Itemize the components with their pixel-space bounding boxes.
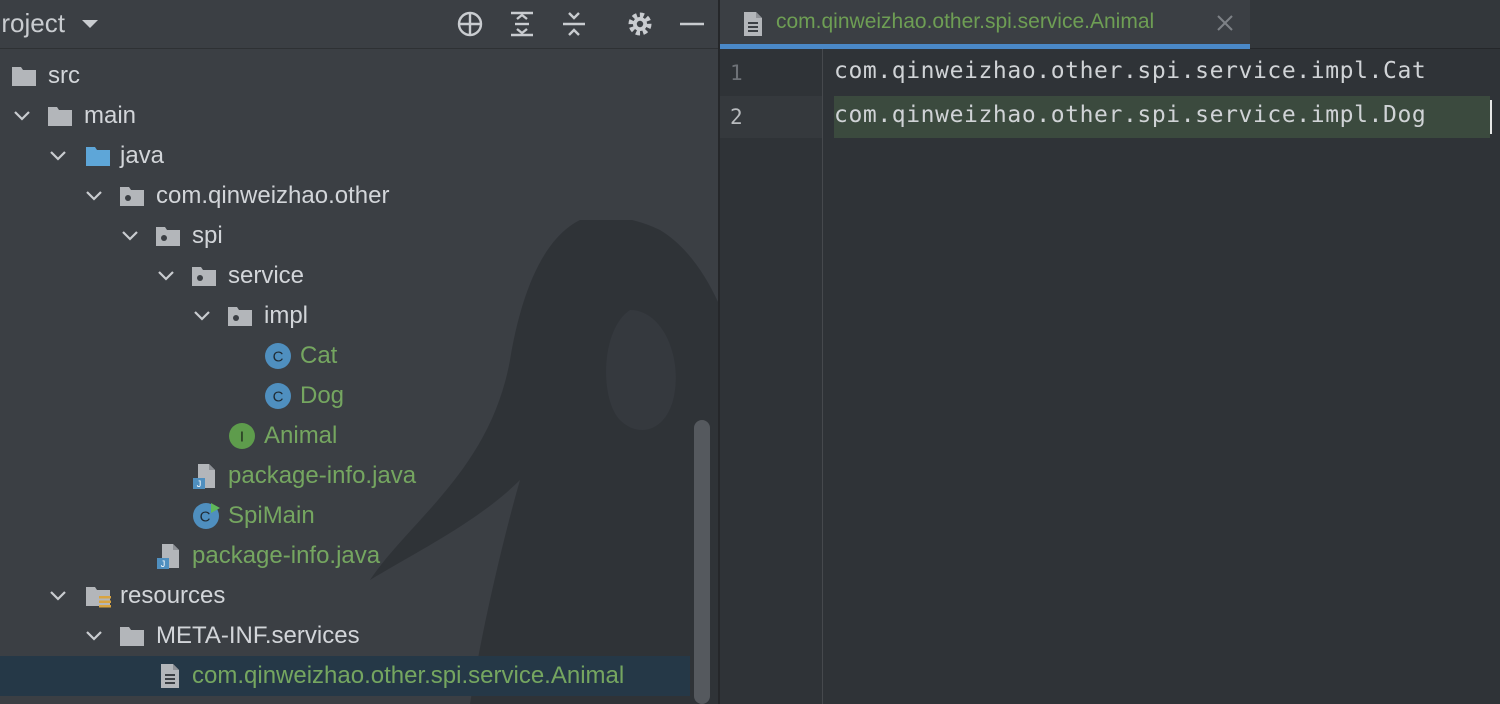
svg-text:I: I <box>240 429 244 446</box>
chevron-down-icon[interactable] <box>48 146 68 166</box>
resources-folder-icon <box>86 587 111 608</box>
chevron-down-icon[interactable] <box>120 226 140 246</box>
gear-icon[interactable] <box>626 10 654 38</box>
tree-item-label: SpiMain <box>228 502 315 529</box>
tree-item-java[interactable]: java <box>0 136 690 176</box>
tree-item-label: src <box>48 62 80 89</box>
svg-text:J: J <box>161 559 166 569</box>
tree-item-label: Cat <box>300 342 338 369</box>
tree-item-label: spi <box>192 222 223 249</box>
line-number: 1 <box>730 61 743 85</box>
chevron-down-icon[interactable] <box>48 586 68 606</box>
tree-item-service-file-animal[interactable]: com.qinweizhao.other.spi.service.Animal <box>0 656 690 696</box>
java-file-icon: J <box>193 464 215 489</box>
tree-item-label: META-INF.services <box>156 622 360 649</box>
chevron-down-icon[interactable] <box>12 106 32 126</box>
chevron-down-icon[interactable] <box>192 306 212 326</box>
tree-item-interface-animal[interactable]: I Animal <box>0 416 690 456</box>
text-caret <box>1490 100 1492 134</box>
tree-item-class-dog[interactable]: C Dog <box>0 376 690 416</box>
project-panel-header: Project <box>0 0 718 49</box>
code-line[interactable]: com.qinweizhao.other.spi.service.impl.Ca… <box>834 58 1426 84</box>
tree-item-label: com.qinweizhao.other.spi.service.Animal <box>192 662 625 689</box>
line-number: 2 <box>730 105 743 129</box>
source-folder-icon <box>86 147 110 166</box>
locate-icon[interactable] <box>456 10 484 38</box>
tree-item-class-spimain[interactable]: C SpiMain <box>0 496 690 536</box>
runnable-class-icon: C <box>193 503 220 529</box>
tree-item-main[interactable]: main <box>0 96 690 136</box>
tree-item-label: Animal <box>264 422 338 449</box>
tree-item-package-service[interactable]: service <box>0 256 690 296</box>
collapse-all-icon[interactable] <box>560 10 588 38</box>
tree-item-package-info-other[interactable]: J package-info.java <box>0 536 690 576</box>
folder-icon <box>120 627 144 646</box>
chevron-down-icon[interactable] <box>84 626 104 646</box>
package-icon <box>192 267 216 286</box>
tree-item-resources[interactable]: resources <box>0 576 690 616</box>
minimize-icon[interactable] <box>678 10 706 38</box>
editor-pane: com.qinweizhao.other.spi.service.Animal … <box>720 0 1500 704</box>
tree-item-meta-inf-services[interactable]: META-INF.services <box>0 616 690 656</box>
tree-item-label: main <box>84 102 137 129</box>
chevron-down-icon[interactable] <box>156 266 176 286</box>
line-number-gutter[interactable]: 1 2 <box>720 49 823 704</box>
tree-item-label: impl <box>264 302 309 329</box>
chevron-down-icon[interactable] <box>84 186 104 206</box>
tree-item-label: com.qinweizhao.other <box>156 182 390 209</box>
class-icon: C <box>265 343 291 369</box>
tree-item-src[interactable]: src <box>0 56 690 96</box>
tree-item-label: service <box>228 262 305 289</box>
editor-tab-animal[interactable]: com.qinweizhao.other.spi.service.Animal <box>720 0 1250 49</box>
chevron-down-icon[interactable] <box>80 14 100 34</box>
svg-text:J: J <box>197 479 202 489</box>
project-panel-title[interactable]: Project <box>0 8 65 39</box>
text-file-icon <box>744 12 762 36</box>
svg-text:C: C <box>273 389 284 406</box>
tree-item-label: java <box>120 142 165 169</box>
svg-text:C: C <box>273 349 284 366</box>
interface-icon: I <box>229 423 255 449</box>
class-icon: C <box>265 383 291 409</box>
close-icon[interactable] <box>1214 12 1236 34</box>
tree-item-package-impl[interactable]: impl <box>0 296 690 336</box>
tree-item-label: package-info.java <box>192 542 381 569</box>
tree-item-label: resources <box>120 582 226 609</box>
code-line[interactable]: com.qinweizhao.other.spi.service.impl.Do… <box>834 102 1426 128</box>
java-file-icon: J <box>157 544 179 569</box>
package-icon <box>228 307 252 326</box>
package-icon <box>156 227 180 246</box>
tree-item-package-info-spi[interactable]: J package-info.java <box>0 456 690 496</box>
tree-item-class-cat[interactable]: C Cat <box>0 336 690 376</box>
project-tree-scrollbar[interactable] <box>694 420 710 704</box>
folder-icon <box>12 67 36 86</box>
tree-item-label: package-info.java <box>228 462 417 489</box>
folder-icon <box>48 107 72 126</box>
package-icon <box>120 187 144 206</box>
project-panel: Project <box>0 0 718 704</box>
tree-item-label: Dog <box>300 382 345 409</box>
tree-item-package-other[interactable]: com.qinweizhao.other <box>0 176 690 216</box>
tree-item-package-spi[interactable]: spi <box>0 216 690 256</box>
text-file-icon <box>161 664 179 688</box>
expand-all-icon[interactable] <box>508 10 536 38</box>
editor-tab-bar: com.qinweizhao.other.spi.service.Animal <box>720 0 1500 49</box>
editor-tab-label: com.qinweizhao.other.spi.service.Animal <box>776 10 1155 33</box>
svg-text:C: C <box>200 509 211 526</box>
